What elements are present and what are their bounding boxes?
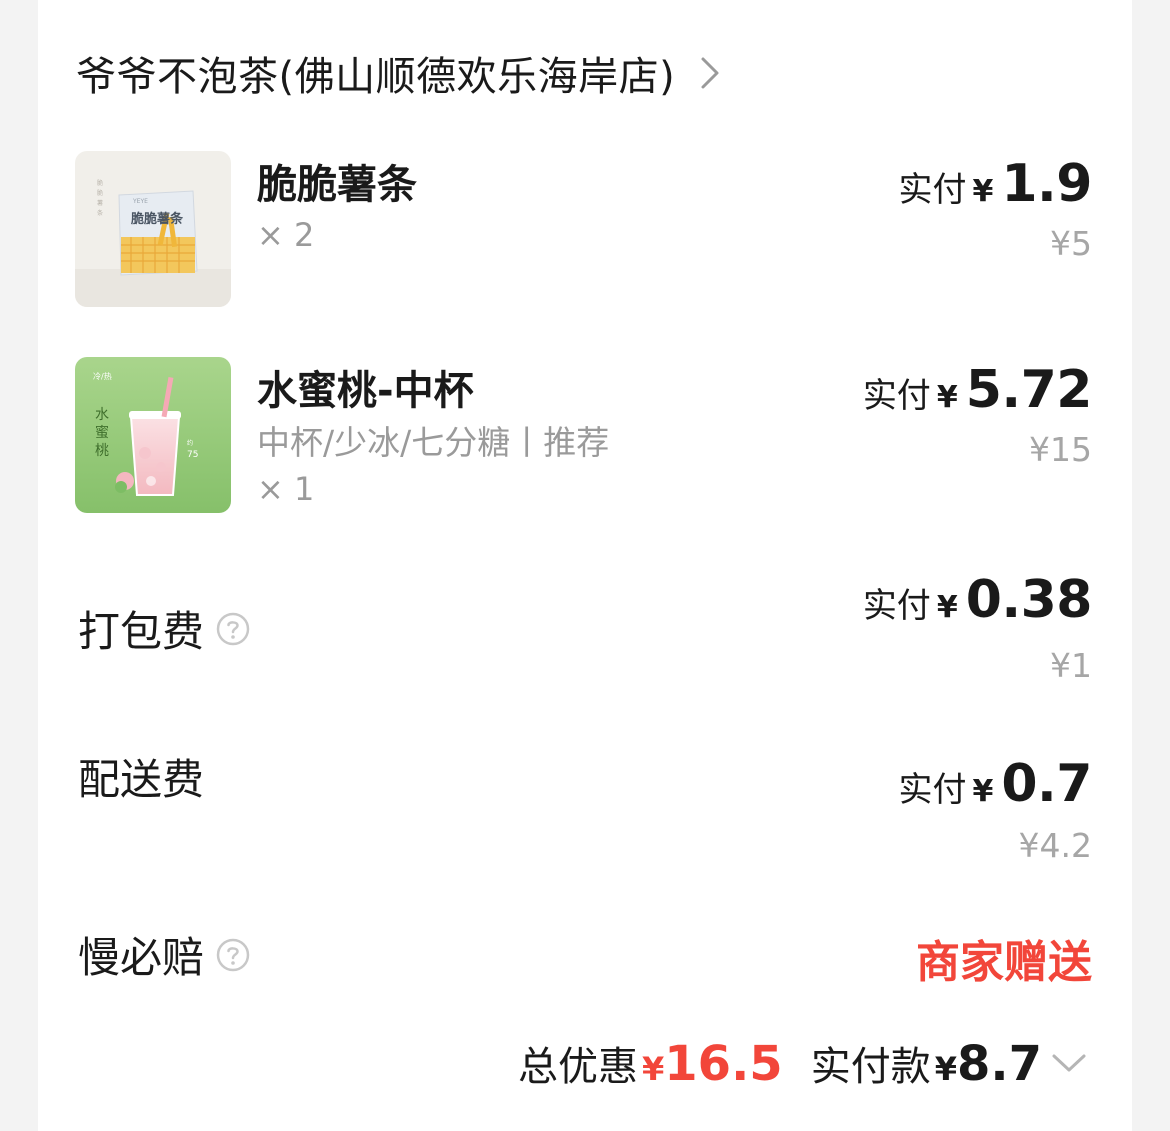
fee-paid-amount: 实付 ¥ 0.7 [899,754,1093,814]
fee-row-packaging: 打包费 [78,598,250,659]
item-paid-amount: 实付 ¥ 1.9 [899,154,1093,214]
svg-text:脆脆薯条: 脆脆薯条 [130,211,184,227]
product-image-fries[interactable]: YEYE 脆脆薯条 脆 脆 薯 条 [75,151,231,307]
svg-text:脆: 脆 [97,179,103,187]
help-circle-icon[interactable] [216,612,250,646]
total-discount-value: 16.5 [664,1036,783,1092]
paid-value: 0.38 [965,570,1093,630]
fee-label: 配送费 [78,755,205,804]
svg-text:脆: 脆 [97,189,103,197]
currency-symbol: ¥ [642,1050,665,1088]
svg-text:YEYE: YEYE [132,198,148,205]
chevron-right-icon[interactable] [697,53,723,93]
svg-text:约: 约 [187,439,193,447]
fee-row-late-guarantee: 慢必赔 [78,924,250,985]
product-name: 水蜜桃-中杯 [257,368,474,414]
paid-label: 实付 [898,170,967,210]
paid-value: 5.72 [965,360,1093,420]
original-price: ¥1 [1050,646,1092,685]
svg-text:冷/热: 冷/热 [93,371,112,381]
svg-text:蜜: 蜜 [95,425,109,441]
product-quantity: × 2 [257,216,315,254]
svg-text:75: 75 [187,450,198,460]
store-name[interactable]: 爷爷不泡茶(佛山顺德欢乐海岸店) [76,44,675,102]
order-summary[interactable]: 总优惠 ¥ 16.5 实付款 ¥ 8.7 [518,1034,1088,1092]
currency-symbol: ¥ [936,380,958,415]
item-paid-amount: 实付 ¥ 5.72 [862,360,1093,420]
currency-symbol: ¥ [972,774,994,809]
help-circle-icon[interactable] [216,938,250,972]
fee-paid-amount: 实付 ¥ 0.38 [862,570,1093,630]
fee-label: 慢必赔 [78,933,205,982]
total-paid-value: 8.7 [956,1036,1042,1092]
currency-symbol: ¥ [936,590,958,625]
original-price: ¥15 [1029,430,1092,469]
currency-symbol: ¥ [934,1050,957,1088]
svg-text:薯: 薯 [97,199,103,207]
currency-symbol: ¥ [972,174,994,209]
original-price: ¥4.2 [1018,826,1092,865]
paid-value: 1.9 [1001,154,1092,214]
product-spec: 中杯/少冰/七分糖丨推荐 [257,423,610,462]
paid-label: 实付 [898,770,967,810]
svg-text:条: 条 [97,209,103,217]
fee-row-delivery: 配送费 [78,746,204,807]
svg-text:桃: 桃 [95,443,109,459]
paid-label: 实付 [862,376,931,416]
total-discount-label: 总优惠 [518,1044,638,1090]
svg-text:水: 水 [95,407,109,423]
product-name: 脆脆薯条 [257,162,417,208]
paid-label: 实付 [862,586,931,626]
original-price: ¥5 [1050,224,1092,263]
fee-label: 打包费 [78,607,205,656]
product-quantity: × 1 [257,470,315,508]
merchant-gift-badge: 商家赠送 [916,937,1092,988]
paid-value: 0.7 [1001,754,1092,814]
store-header[interactable]: 爷爷不泡茶(佛山顺德欢乐海岸店) [76,44,723,102]
chevron-down-icon[interactable] [1050,1051,1088,1075]
product-image-peach[interactable]: 冷/热 水 蜜 桃 约 75 [75,357,231,513]
total-paid-label: 实付款 [810,1044,931,1090]
order-card: 爷爷不泡茶(佛山顺德欢乐海岸店) YEYE 脆脆薯条 脆 脆 薯 条 脆脆薯条 … [38,0,1132,1131]
